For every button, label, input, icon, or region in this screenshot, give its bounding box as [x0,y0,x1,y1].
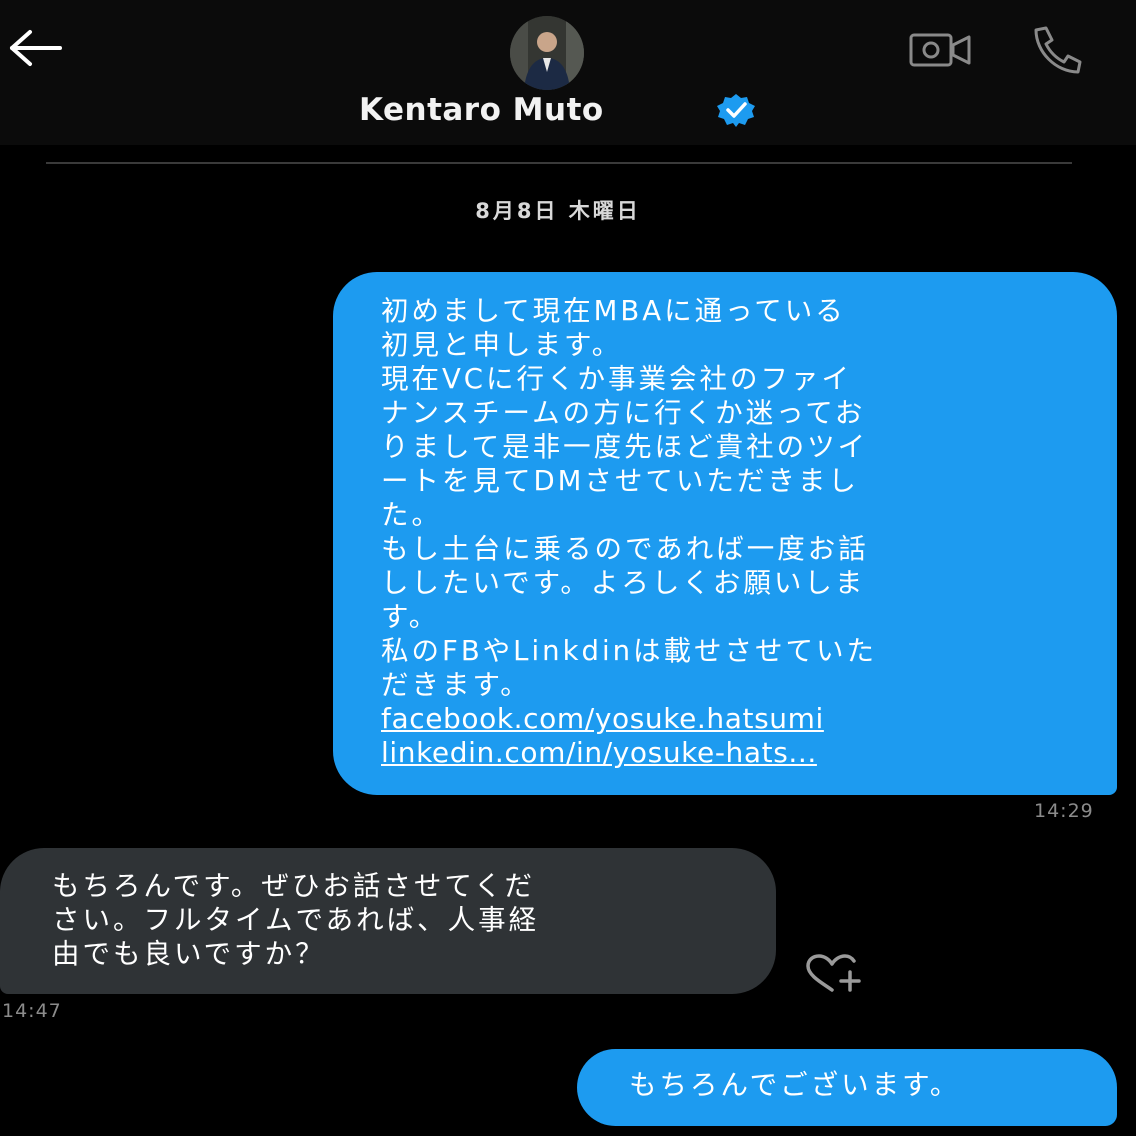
message-line: ナンスチームの方に行くか迷ってお [381,397,866,429]
video-call-button[interactable] [908,30,972,70]
message-line: もし土台に乗るのであれば一度お話 [381,533,869,565]
sent-message-bubble[interactable]: 初めまして現在MBAに通っている 初見と申します。 現在VCに行くか事業会社のフ… [333,272,1117,795]
received-message-bubble[interactable]: もちろんです。ぜひお話させてくだ さい。フルタイムであれば、人事経 由でも良いで… [0,848,776,994]
header-divider [46,162,1072,164]
message-line: だきます。 [381,669,531,701]
message-line: もちろんでございます。 [629,1069,961,1101]
sent-message-bubble[interactable]: もちろんでございます。 [577,1049,1117,1126]
heart-plus-icon [806,954,861,992]
message-line: もちろんです。ぜひお話させてくだ [52,870,536,902]
conversation-header: Kentaro Muto [0,0,1136,145]
profile-photo [510,16,584,90]
message-timestamp: 14:29 [1034,800,1094,822]
message-line: りまして是非一度先ほど貴社のツイ [381,431,869,463]
message-line: 由でも良いですか？ [52,938,326,970]
message-line: 初めまして現在MBAに通っている [381,295,846,327]
message-line: 私のFBやLinkdinは載せさせていた [381,635,878,667]
contact-name[interactable]: Kentaro Muto [359,88,604,132]
back-button[interactable] [8,26,64,70]
video-camera-icon [909,33,971,67]
phone-icon [1034,26,1082,74]
message-line: 初見と申します。 [381,329,623,361]
message-line: ートを見てDMさせていただきまし [381,465,859,497]
avatar[interactable] [510,16,584,90]
voice-call-button[interactable] [1026,24,1092,74]
facebook-link[interactable]: facebook.com/yosuke.hatsumi [381,702,1107,736]
message-timestamp: 14:47 [2,1000,62,1022]
message-line: た。 [381,499,442,531]
add-reaction-button[interactable] [802,952,868,996]
verified-badge-icon [714,92,758,128]
message-line: 現在VCに行くか事業会社のファイ [381,363,853,395]
message-line: す。 [381,601,440,633]
message-line: さい。フルタイムであれば、人事経 [52,904,540,936]
linkedin-link[interactable]: linkedin.com/in/yosuke-hats... [381,736,1107,770]
date-separator: 8月8日 木曜日 [475,199,641,223]
message-line: ししたいです。よろしくお願いしま [381,567,866,599]
arrow-left-icon [10,30,62,66]
